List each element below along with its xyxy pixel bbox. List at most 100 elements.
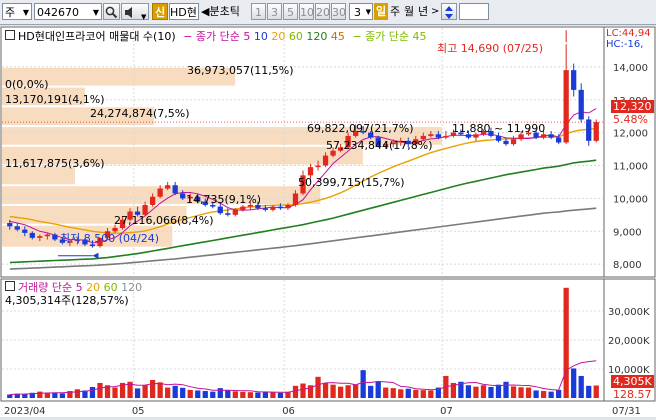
candle-body [157, 188, 163, 197]
chevron-right-icon[interactable]: > [431, 3, 439, 20]
candle-body [240, 206, 246, 210]
candle-body [262, 208, 269, 210]
legend-box-icon [5, 281, 15, 291]
period-type-group[interactable]: ◀분초틱 [201, 3, 251, 20]
volume-bar [210, 391, 216, 398]
price-panel-legend: HD현대인프라코어 매물대 수(10) − 종가 단순 5 10 20 60 1… [5, 30, 427, 43]
volume-bar [383, 387, 389, 398]
legend-bullet-icon: − [183, 30, 193, 43]
volume-bar [503, 381, 509, 398]
volume-bar [548, 391, 554, 398]
volume-bar [97, 382, 103, 398]
market-select-value: 주 [5, 6, 16, 19]
candle-body [44, 234, 50, 237]
candle-body [495, 135, 502, 141]
volume-bar [390, 388, 396, 398]
sort-button[interactable] [441, 3, 457, 20]
candle-body [307, 167, 314, 176]
volume-bar [142, 384, 148, 398]
volume-bar [337, 386, 344, 398]
candle-body [292, 193, 299, 205]
price-tick-label: 11,000 [613, 162, 648, 173]
market-select[interactable]: 주 ▼ [2, 3, 32, 20]
sound-button[interactable]: ▼ [121, 3, 149, 21]
ma-legend-120: 120 [306, 30, 328, 43]
x-axis-label: 06 [282, 406, 295, 417]
candle-body [518, 134, 524, 140]
price-tick-label: 9,000 [613, 227, 642, 238]
ma-legend-60: 60 [288, 30, 303, 43]
hc-readout: HC:-16, [606, 39, 644, 50]
lc-readout: LC:44,94 [606, 28, 651, 39]
volume-ma-legend-5: 5 [75, 281, 83, 294]
period-3-button[interactable]: 3 [267, 3, 282, 20]
price-tick-label: 8,000 [613, 260, 642, 271]
current-price-tag: 12,320 [611, 100, 654, 113]
volume-bar [157, 382, 163, 398]
search-button[interactable] [103, 3, 120, 20]
profile-label-4: 69,822,097(21,7%) [307, 122, 414, 135]
ma-legend-5: 5 [243, 30, 251, 43]
volume-bar [330, 384, 336, 398]
x-axis-label: 07 [440, 406, 453, 417]
volume-bar [172, 385, 178, 398]
volume-bar [518, 387, 524, 398]
period-10-button[interactable]: 10 [299, 3, 314, 20]
volume-bar [375, 381, 381, 398]
candle-body [112, 227, 118, 232]
candle-body [578, 89, 584, 120]
profile-label-3: 24,274,874(7,5%) [90, 107, 190, 120]
volume-ma-legend-120: 120 [121, 281, 143, 294]
stock-code-input[interactable]: 042670 ▼ [34, 3, 102, 20]
volume-panel-title: 거래량 [18, 281, 49, 294]
candle-body [571, 70, 577, 90]
volume-bar [368, 385, 374, 398]
volume-bar [187, 389, 193, 398]
toolbar-extra-input[interactable] [459, 3, 489, 20]
volume-bar [353, 384, 359, 398]
last-volume-readout: 4,305,314주(128,57%) [5, 294, 129, 307]
chart-canvas[interactable]: 8,0009,00010,00011,00012,00013,00014,000… [0, 26, 656, 417]
candle-body [510, 139, 517, 145]
candle-body [563, 70, 569, 143]
volume-bar [428, 390, 434, 398]
interval-year-button[interactable]: 년 [416, 3, 430, 20]
candle-body [593, 122, 599, 141]
ma-legend-label: 종가 단순 [195, 30, 240, 43]
chevron-down-icon: ▼ [22, 8, 29, 17]
chevron-down-icon: ▼ [141, 13, 147, 21]
candle-body [285, 204, 291, 209]
stock-chart-svg[interactable]: 8,0009,00010,00011,00012,00013,00014,000… [0, 26, 656, 417]
volume-bar [134, 388, 141, 398]
volume-bar [74, 389, 81, 398]
profile-label-9: 27,116,066(8,4%) [114, 214, 214, 227]
count-value: 3 [354, 6, 361, 19]
volume-ma-label: 단순 [51, 281, 73, 294]
candle-body [315, 165, 321, 168]
chart-toolbar: 주 ▼ 042670 ▼ ▼ 신 HD현 ◀분초틱 1 3 5 10 20 30… [0, 0, 656, 25]
volume-bar [277, 392, 284, 398]
period-1-button[interactable]: 1 [251, 3, 266, 20]
profile-label-1: 36,973,057(11,5%) [187, 64, 294, 77]
period-30-button[interactable]: 30 [331, 3, 346, 20]
candle-body [556, 137, 562, 143]
volume-bar [7, 394, 13, 398]
volume-bar [44, 393, 50, 398]
current-volume-tag: 4,305K [611, 375, 654, 388]
interval-month-button[interactable]: 월 [402, 3, 416, 20]
profile-label-6: 11,617,875(3,6%) [5, 157, 105, 170]
volume-bar [586, 385, 592, 398]
candle-body [428, 134, 434, 136]
volume-ma-legend-20: 20 [86, 281, 101, 294]
interval-day-button[interactable]: 일 [374, 3, 388, 20]
candle-body [225, 213, 231, 215]
volume-ma-legend-60: 60 [103, 281, 118, 294]
count-select[interactable]: 3 ▼ [349, 3, 373, 20]
candle-body [217, 206, 223, 214]
current-change-tag: 5.48% [613, 113, 648, 126]
stock-name-field[interactable]: HD현 [169, 3, 199, 20]
interval-week-button[interactable]: 주 [388, 3, 402, 20]
period-5-button[interactable]: 5 [283, 3, 298, 20]
x-axis-label: 07/31 [612, 406, 641, 417]
period-20-button[interactable]: 20 [315, 3, 330, 20]
